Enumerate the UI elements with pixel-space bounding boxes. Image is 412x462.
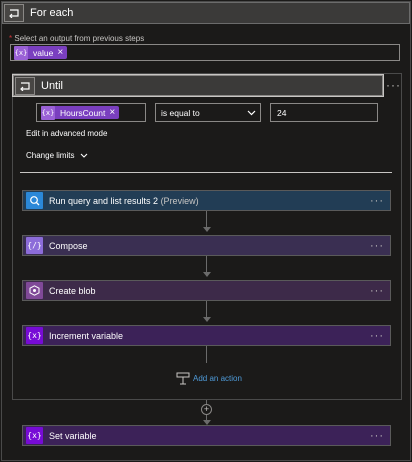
loop-arrow-icon	[9, 9, 19, 18]
hourscount-token[interactable]: {x} HoursCount ×	[41, 105, 120, 120]
add-action-label: Add an action	[193, 374, 242, 383]
section-divider	[20, 172, 392, 173]
change-limits-label: Change limits	[26, 151, 75, 160]
action-title: Create blob	[49, 285, 96, 296]
query-icon	[26, 192, 43, 209]
select-output-label: * Select an output from previous steps	[9, 34, 144, 43]
add-action-icon	[176, 372, 190, 385]
compose-icon: {/}	[26, 237, 43, 254]
connector-line	[206, 346, 207, 363]
select-output-input[interactable]: {x} value ×	[10, 44, 400, 61]
action-compose[interactable]: {/} Compose ···	[22, 235, 391, 256]
connector-arrow-icon	[203, 227, 211, 232]
foreach-loop-icon	[4, 4, 24, 22]
blob-storage-icon	[26, 282, 43, 299]
action-menu-icon[interactable]: ···	[370, 330, 384, 342]
variable-icon: {x}	[26, 327, 43, 344]
chevron-down-icon	[247, 110, 256, 116]
select-output-label-text: Select an output from previous steps	[14, 34, 145, 43]
condition-left-input[interactable]: {x} HoursCount ×	[36, 103, 146, 122]
action-preview-tag: (Preview)	[158, 195, 199, 206]
condition-value: 24	[277, 108, 287, 118]
until-title: Until	[41, 80, 64, 92]
condition-value-input[interactable]: 24	[270, 103, 378, 122]
value-token-label: value	[33, 47, 54, 58]
chevron-down-icon	[81, 153, 88, 158]
remove-token-icon[interactable]: ×	[57, 47, 63, 58]
connector-arrow-icon	[203, 317, 211, 322]
connector-line	[206, 211, 207, 228]
action-menu-icon[interactable]: ···	[370, 430, 384, 442]
action-menu-icon[interactable]: ···	[370, 195, 384, 207]
until-loop-icon	[15, 77, 35, 95]
action-title: Set variable	[49, 430, 97, 441]
action-increment-variable[interactable]: {x} Increment variable ···	[22, 325, 391, 346]
until-menu-icon[interactable]: ···	[386, 78, 401, 92]
foreach-header[interactable]: For each	[2, 2, 410, 24]
action-title: Increment variable	[49, 330, 124, 341]
value-token[interactable]: {x} value ×	[14, 45, 68, 60]
action-menu-icon[interactable]: ···	[370, 285, 384, 297]
action-label: Run query and list results 2 (Preview)	[49, 196, 370, 206]
action-run-query[interactable]: Run query and list results 2 (Preview) ·…	[22, 190, 391, 211]
remove-token-icon[interactable]: ×	[109, 107, 115, 118]
variable-icon: {x}	[26, 427, 43, 444]
variable-icon: {x}	[14, 45, 28, 60]
connector-line	[206, 256, 207, 273]
action-menu-icon[interactable]: ···	[370, 240, 384, 252]
action-set-variable[interactable]: {x} Set variable ···	[22, 425, 391, 446]
until-header[interactable]: Until	[12, 74, 384, 97]
condition-operator-select[interactable]: is equal to	[155, 103, 261, 122]
hourscount-token-label: HoursCount	[60, 107, 106, 118]
action-create-blob[interactable]: Create blob ···	[22, 280, 391, 301]
add-action-button[interactable]: Add an action	[176, 372, 242, 385]
action-title: Compose	[49, 240, 88, 251]
connector-line	[206, 301, 207, 318]
required-marker: *	[9, 34, 13, 43]
variable-icon: {x}	[41, 105, 55, 120]
connector-arrow-icon	[203, 272, 211, 277]
action-title: Run query and list results 2	[49, 195, 159, 206]
change-limits-toggle[interactable]: Change limits	[26, 151, 88, 160]
loop-arrow-icon	[20, 82, 30, 91]
edit-advanced-mode-link[interactable]: Edit in advanced mode	[26, 129, 107, 138]
operator-value: is equal to	[161, 108, 200, 118]
insert-step-icon[interactable]: +	[201, 404, 212, 415]
foreach-title: For each	[30, 7, 74, 19]
